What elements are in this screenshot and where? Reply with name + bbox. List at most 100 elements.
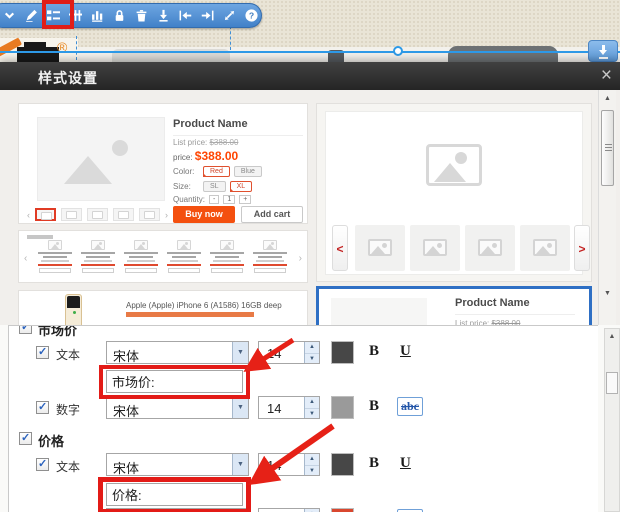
bold-button[interactable]: B bbox=[369, 455, 379, 472]
font-size-spinner[interactable]: 14 ▲▼ bbox=[258, 508, 320, 512]
resize-icon[interactable] bbox=[223, 9, 236, 22]
section-row-market-price: 市场价 bbox=[9, 325, 598, 342]
trash-icon[interactable] bbox=[135, 9, 148, 22]
guide-line bbox=[76, 36, 77, 60]
spinner-down-icon[interactable]: ▼ bbox=[305, 353, 319, 364]
template-card-selected[interactable]: Product Name List price: $388.00 bbox=[316, 286, 592, 325]
section-row-price: 价格 bbox=[9, 429, 598, 453]
carousel-heading-bar bbox=[27, 235, 53, 239]
color-label: Color: bbox=[173, 167, 199, 176]
image-placeholder-icon bbox=[263, 240, 277, 250]
image-placeholder-icon bbox=[48, 240, 62, 250]
template-card-gallery[interactable]: < > bbox=[316, 103, 592, 282]
thumbnail-strip: ‹ › bbox=[27, 208, 168, 221]
font-size-value: 14 bbox=[267, 401, 281, 416]
quantity-value: 1 bbox=[223, 195, 235, 204]
image-placeholder-icon bbox=[177, 240, 191, 250]
template-card-detail[interactable]: Product Name List price: $388.00 price: … bbox=[18, 103, 308, 224]
chevron-down-icon[interactable]: ▼ bbox=[232, 342, 248, 363]
help-icon[interactable]: ? bbox=[245, 9, 258, 22]
checkbox-text[interactable] bbox=[36, 458, 49, 471]
strikethrough-button[interactable]: abc bbox=[397, 397, 423, 416]
font-family-select[interactable]: 宋体 ▼ bbox=[106, 341, 249, 364]
font-family-select[interactable]: 宋体 ▼ bbox=[106, 508, 249, 512]
download-button[interactable] bbox=[588, 40, 618, 62]
section-label: 价格 bbox=[38, 431, 64, 450]
image-placeholder-icon bbox=[426, 144, 482, 186]
chart-icon[interactable] bbox=[91, 9, 104, 22]
list-price-value: $388.00 bbox=[209, 138, 238, 147]
lock-icon[interactable] bbox=[113, 9, 126, 22]
scrollbar-thumb[interactable] bbox=[601, 110, 614, 186]
form-row-market-text: 文本 宋体 ▼ 14 ▲▼ B U bbox=[9, 341, 598, 365]
spinner-down-icon[interactable]: ▼ bbox=[305, 408, 319, 419]
scrollbar-thumb[interactable] bbox=[606, 372, 618, 394]
font-size-value: 14 bbox=[267, 458, 281, 473]
underline-button[interactable]: U bbox=[400, 343, 411, 360]
logo-text-block bbox=[24, 42, 46, 48]
form-scrollbar[interactable]: ▲ bbox=[604, 328, 620, 512]
price-line: price: $388.00 bbox=[173, 149, 238, 163]
bold-button[interactable]: B bbox=[369, 343, 379, 360]
scroll-down-icon[interactable]: ▼ bbox=[599, 290, 616, 297]
checkbox-price[interactable] bbox=[19, 432, 32, 445]
spinner-up-icon[interactable]: ▲ bbox=[305, 454, 319, 465]
bar-arrow-right-icon[interactable] bbox=[201, 9, 214, 22]
size-option-sl: SL bbox=[203, 181, 226, 192]
buy-now-button: Buy now bbox=[173, 206, 235, 223]
spinner-up-icon[interactable]: ▲ bbox=[305, 342, 319, 353]
image-placeholder-icon bbox=[91, 240, 105, 250]
font-color-swatch[interactable] bbox=[331, 508, 354, 512]
chevron-down-icon[interactable]: ▼ bbox=[232, 397, 248, 418]
market-price-prefix-input[interactable] bbox=[106, 370, 243, 393]
close-icon[interactable]: × bbox=[601, 65, 612, 87]
font-family-select[interactable]: 宋体 ▼ bbox=[106, 453, 249, 476]
font-family-value: 宋体 bbox=[113, 401, 139, 420]
price-prefix-input[interactable] bbox=[106, 483, 243, 506]
thumbnail-selected bbox=[35, 208, 56, 221]
mini-product-card bbox=[121, 240, 161, 280]
font-color-swatch[interactable] bbox=[331, 453, 354, 476]
row-label: 文本 bbox=[56, 458, 80, 475]
chevron-down-icon[interactable]: ▼ bbox=[232, 454, 248, 475]
font-size-spinner[interactable]: 14 ▲▼ bbox=[258, 396, 320, 419]
font-size-spinner[interactable]: 14 ▲▼ bbox=[258, 453, 320, 476]
spinner-up-icon[interactable]: ▲ bbox=[305, 397, 319, 408]
mini-product-card bbox=[250, 240, 290, 280]
underline-button[interactable]: U bbox=[400, 455, 411, 472]
next-arrow-icon: › bbox=[165, 210, 168, 220]
chevron-down-icon[interactable] bbox=[3, 9, 16, 22]
font-family-select[interactable]: 宋体 ▼ bbox=[106, 396, 249, 419]
annotation-red-box-toolbar bbox=[42, 0, 74, 29]
section-label: 市场价 bbox=[38, 325, 77, 339]
checkbox-market-price[interactable] bbox=[19, 325, 32, 334]
checkbox-text[interactable] bbox=[36, 346, 49, 359]
font-color-swatch[interactable] bbox=[331, 396, 354, 419]
scroll-up-icon[interactable]: ▲ bbox=[599, 95, 616, 102]
edit-icon[interactable] bbox=[25, 9, 38, 22]
download-icon[interactable] bbox=[157, 9, 170, 22]
template-card-listing[interactable]: Apple (Apple) iPhone 6 (A1586) 16GB deep bbox=[18, 290, 308, 325]
color-option-red: Red bbox=[203, 166, 230, 177]
next-arrow-icon: › bbox=[299, 253, 302, 264]
font-size-value: 14 bbox=[267, 346, 281, 361]
size-label: Size: bbox=[173, 182, 199, 191]
price-value: $388.00 bbox=[195, 149, 238, 163]
dialog-body: Product Name List price: $388.00 price: … bbox=[0, 90, 620, 512]
bold-button[interactable]: B bbox=[369, 398, 379, 415]
font-color-swatch[interactable] bbox=[331, 341, 354, 364]
bar-arrow-left-icon[interactable] bbox=[179, 9, 192, 22]
listing-price-bar bbox=[126, 312, 254, 317]
scroll-up-icon[interactable]: ▲ bbox=[605, 333, 619, 340]
checkbox-number[interactable] bbox=[36, 401, 49, 414]
form-row-price-number-clipped: 宋体 ▼ 14 ▲▼ abc bbox=[9, 508, 598, 512]
next-arrow-button: > bbox=[574, 225, 590, 271]
selection-handle[interactable] bbox=[393, 46, 403, 56]
product-photo bbox=[65, 294, 82, 325]
prev-arrow-button: < bbox=[332, 225, 348, 271]
size-option-row: Size: SL XL bbox=[173, 181, 252, 192]
spinner-down-icon[interactable]: ▼ bbox=[305, 465, 319, 476]
preview-scrollbar[interactable]: ▲ ▼ bbox=[598, 90, 616, 325]
font-size-spinner[interactable]: 14 ▲▼ bbox=[258, 341, 320, 364]
template-card-carousel[interactable]: ‹ › bbox=[18, 230, 308, 283]
